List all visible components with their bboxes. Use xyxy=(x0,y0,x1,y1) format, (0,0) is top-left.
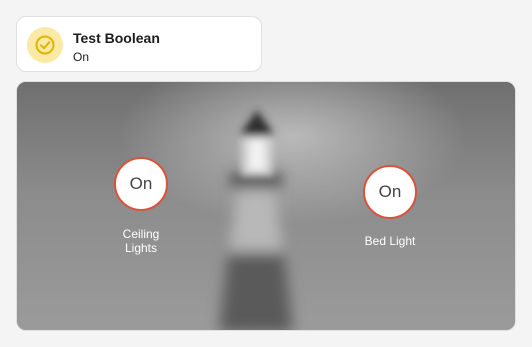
ceiling-lights-state: On xyxy=(129,174,153,193)
tile-state: On xyxy=(73,50,90,64)
bed-light-state-badge[interactable]: On xyxy=(363,165,417,219)
ceiling-lights-label: Ceiling Lights xyxy=(122,227,160,255)
bed-light-label: Bed Light xyxy=(364,234,416,248)
entity-tile-test-boolean[interactable]: Test Boolean On xyxy=(16,16,262,72)
picture-elements-card: On Ceiling Lights On Bed Light xyxy=(16,81,516,331)
lighthouse-background-image xyxy=(17,82,515,330)
bed-light-state: On xyxy=(378,182,402,201)
tile-title: Test Boolean xyxy=(73,30,160,46)
check-circle-icon[interactable] xyxy=(27,27,63,63)
ceiling-lights-state-badge[interactable]: On xyxy=(114,157,168,211)
